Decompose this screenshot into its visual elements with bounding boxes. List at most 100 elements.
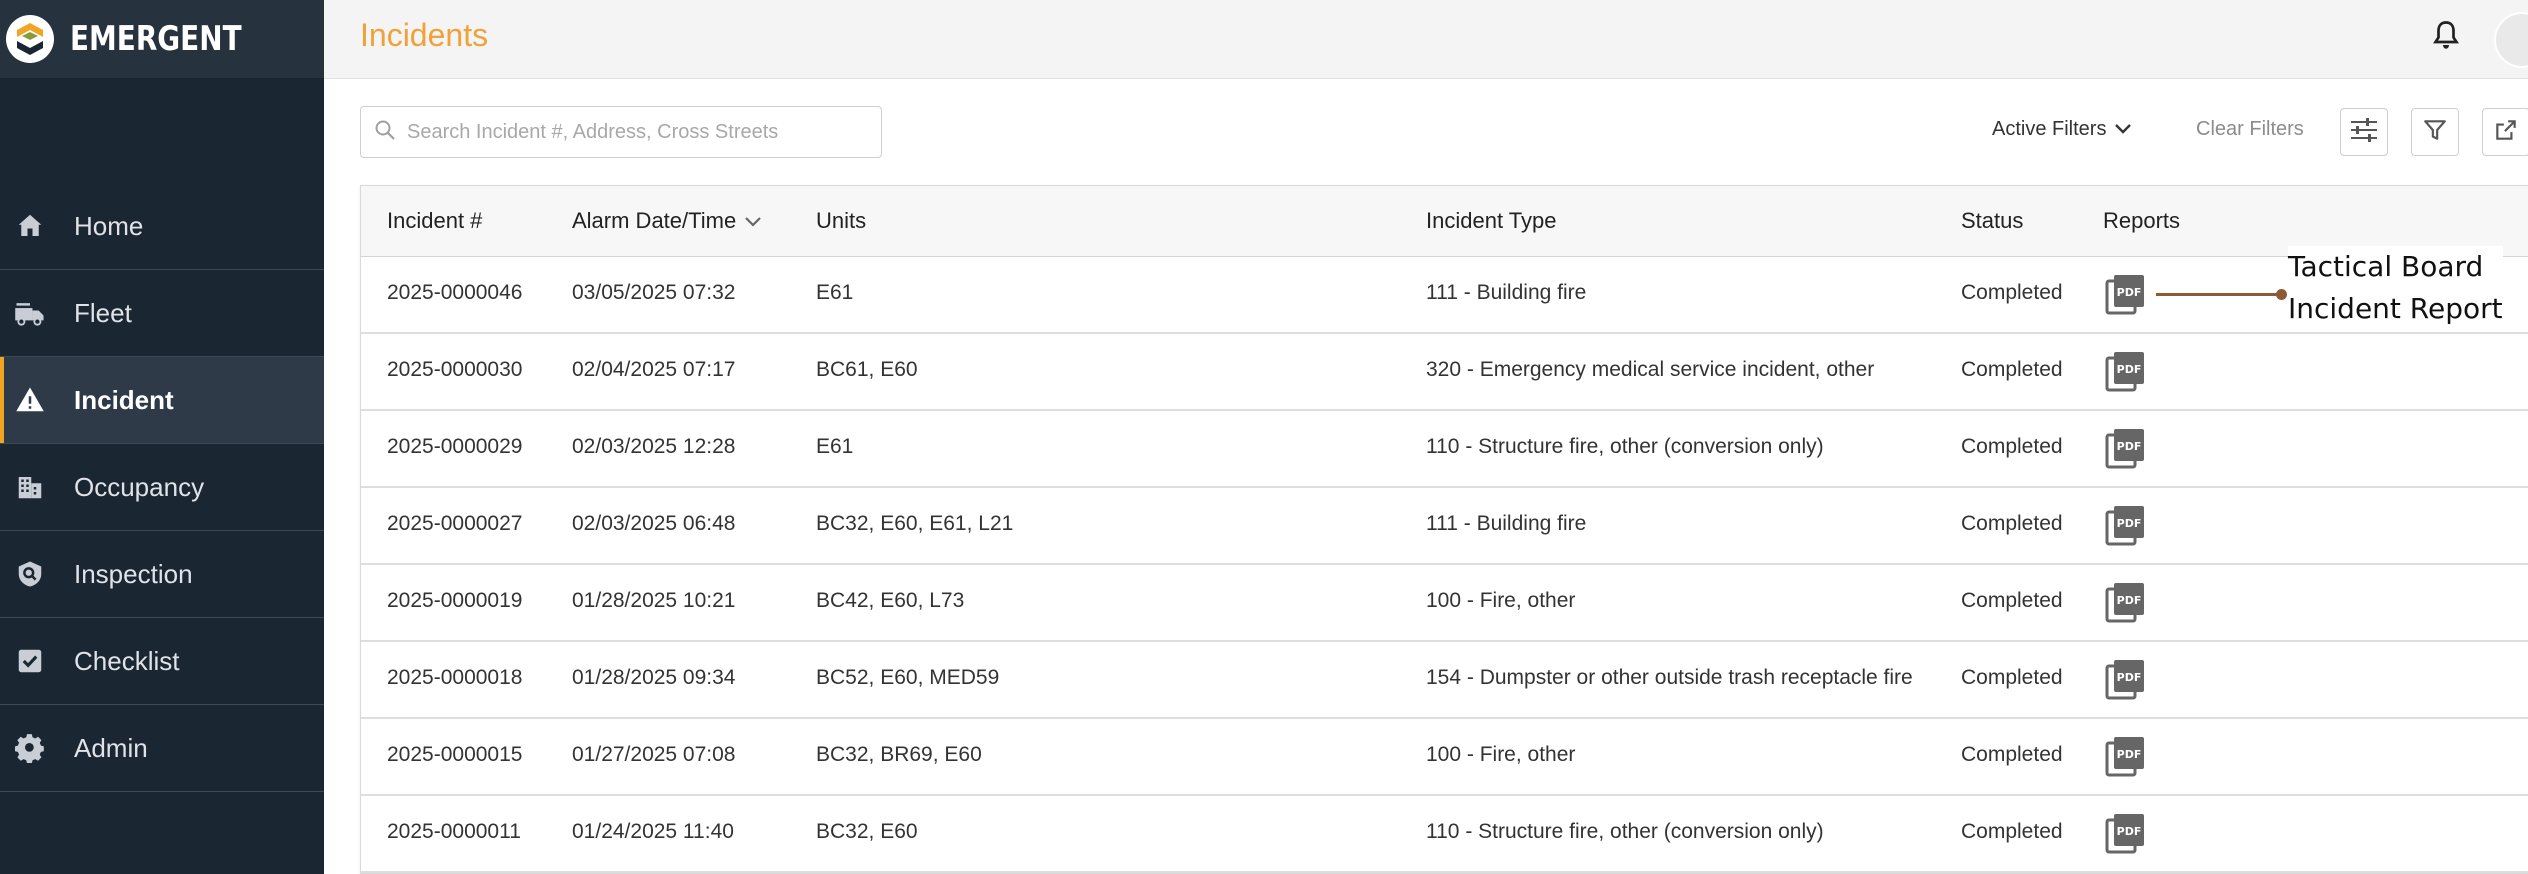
- pdf-report-icon[interactable]: PDF: [2103, 350, 2147, 394]
- svg-text:PDF: PDF: [2117, 286, 2142, 299]
- building-icon: [12, 469, 48, 505]
- top-header: Incidents: [324, 0, 2528, 79]
- table-row[interactable]: 2025-0000018 01/28/2025 09:34 BC52, E60, M…: [361, 642, 2528, 719]
- cell-status: Completed: [1961, 743, 2063, 766]
- cell-units: BC32, BR69, E60: [816, 743, 982, 766]
- table-row[interactable]: 2025-0000011 01/24/2025 11:40 BC32, E60 110…: [361, 796, 2528, 873]
- col-header-status[interactable]: Status: [1961, 208, 2023, 234]
- home-icon: [12, 208, 48, 244]
- pdf-report-icon[interactable]: PDF: [2103, 504, 2147, 548]
- sidebar-item-checklist[interactable]: Checklist: [0, 618, 324, 705]
- pdf-report-icon[interactable]: PDF: [2103, 735, 2147, 779]
- checkbox-icon: [12, 643, 48, 679]
- sidebar-item-admin[interactable]: Admin: [0, 705, 324, 792]
- callout-line-2: Incident Report: [2288, 292, 2503, 325]
- chevron-down-icon: [2114, 118, 2132, 141]
- sidebar-item-label: Occupancy: [74, 471, 205, 502]
- pdf-report-icon[interactable]: PDF: [2103, 273, 2147, 317]
- pdf-report-icon[interactable]: PDF: [2103, 581, 2147, 625]
- emergent-logo-icon: [6, 15, 54, 63]
- sidebar-item-occupancy[interactable]: Occupancy: [0, 444, 324, 531]
- svg-text:PDF: PDF: [2117, 363, 2142, 376]
- cell-incident-type: 111 - Building fire: [1426, 512, 1587, 535]
- cell-alarm-datetime: 01/24/2025 11:40: [572, 820, 734, 843]
- cell-units: BC61, E60: [816, 358, 918, 381]
- cell-status: Completed: [1961, 589, 2063, 612]
- search-box[interactable]: [360, 106, 882, 158]
- table-row[interactable]: 2025-0000015 01/27/2025 07:08 BC32, BR69, …: [361, 719, 2528, 796]
- search-input[interactable]: [405, 119, 869, 145]
- cell-incident-number: 2025-0000030: [387, 358, 523, 381]
- cell-alarm-datetime: 02/03/2025 12:28: [572, 435, 736, 458]
- cell-incident-type: 100 - Fire, other: [1426, 589, 1576, 612]
- cell-status: Completed: [1961, 512, 2063, 535]
- cell-incident-type: 100 - Fire, other: [1426, 743, 1576, 766]
- col-header-incident-type[interactable]: Incident Type: [1426, 208, 1556, 234]
- cell-status: Completed: [1961, 358, 2063, 381]
- table-row[interactable]: 2025-0000030 02/04/2025 07:17 BC61, E60 320…: [361, 334, 2528, 411]
- table-body: 2025-0000046 03/05/2025 07:32 E61 111 - Bui…: [361, 257, 2528, 873]
- cell-status: Completed: [1961, 435, 2063, 458]
- cell-incident-number: 2025-0000018: [387, 666, 523, 689]
- sidebar-item-label: Home: [74, 210, 144, 241]
- sidebar: EMERGENT Home Fleet Incident Occupancy I…: [0, 0, 324, 874]
- filter-button[interactable]: [2411, 108, 2459, 156]
- cell-alarm-datetime: 03/05/2025 07:32: [572, 281, 736, 304]
- sidebar-item-label: Incident: [74, 384, 174, 415]
- callout-line-1: Tactical Board: [2288, 250, 2484, 283]
- cell-incident-type: 320 - Emergency medical service incident…: [1426, 358, 1875, 381]
- pdf-report-icon[interactable]: PDF: [2103, 658, 2147, 702]
- table-row[interactable]: 2025-0000029 02/03/2025 12:28 E61 110 - Str…: [361, 411, 2528, 488]
- cell-status: Completed: [1961, 666, 2063, 689]
- fire-truck-icon: [12, 295, 48, 331]
- export-button[interactable]: [2482, 108, 2528, 156]
- sidebar-item-label: Inspection: [74, 558, 193, 589]
- cell-incident-type: 111 - Building fire: [1426, 281, 1587, 304]
- table-row[interactable]: 2025-0000027 02/03/2025 06:48 BC32, E60, E…: [361, 488, 2528, 565]
- cell-incident-number: 2025-0000011: [387, 820, 521, 843]
- col-header-incident[interactable]: Incident #: [387, 208, 482, 234]
- bell-icon[interactable]: [2428, 18, 2464, 59]
- sidebar-item-label: Checklist: [74, 645, 180, 676]
- sliders-icon: [2349, 117, 2379, 148]
- cell-incident-type: 110 - Structure fire, other (conversion …: [1426, 435, 1824, 458]
- cell-units: BC42, E60, L73: [816, 589, 965, 612]
- page-title: Incidents: [360, 17, 489, 53]
- table-row[interactable]: 2025-0000019 01/28/2025 10:21 BC42, E60, L…: [361, 565, 2528, 642]
- cell-units: E61: [816, 435, 854, 458]
- cell-units: BC32, E60: [816, 820, 918, 843]
- column-settings-button[interactable]: [2340, 108, 2388, 156]
- pdf-report-icon[interactable]: PDF: [2103, 812, 2147, 856]
- table-header: Incident # Alarm Date/Time Units Inciden…: [361, 186, 2528, 257]
- callout-label: Tactical Board Incident Report: [2288, 246, 2503, 330]
- sidebar-item-incident[interactable]: Incident: [0, 357, 324, 444]
- col-header-units[interactable]: Units: [816, 208, 866, 234]
- export-icon: [2493, 117, 2519, 148]
- cell-incident-number: 2025-0000027: [387, 512, 523, 535]
- sidebar-item-label: Admin: [74, 732, 148, 763]
- clear-filters-button[interactable]: Clear Filters: [2196, 118, 2304, 141]
- incidents-table: Incident # Alarm Date/Time Units Inciden…: [360, 185, 2528, 874]
- cell-incident-number: 2025-0000046: [387, 281, 523, 304]
- cell-incident-number: 2025-0000029: [387, 435, 523, 458]
- warning-icon: [12, 382, 48, 418]
- cell-alarm-datetime: 01/27/2025 07:08: [572, 743, 736, 766]
- sidebar-item-home[interactable]: Home: [0, 183, 324, 270]
- sidebar-item-inspection[interactable]: Inspection: [0, 531, 324, 618]
- active-filters-dropdown[interactable]: Active Filters: [1992, 118, 2132, 141]
- svg-text:PDF: PDF: [2117, 748, 2142, 761]
- gear-icon: [12, 730, 48, 766]
- brand-name: EMERGENT: [70, 19, 242, 59]
- cell-incident-type: 154 - Dumpster or other outside trash re…: [1426, 666, 1913, 689]
- pdf-report-icon[interactable]: PDF: [2103, 427, 2147, 471]
- cell-units: BC32, E60, E61, L21: [816, 512, 1014, 535]
- brand[interactable]: EMERGENT: [0, 0, 324, 78]
- col-header-alarm-date[interactable]: Alarm Date/Time: [572, 208, 762, 234]
- col-header-label: Alarm Date/Time: [572, 208, 737, 233]
- sidebar-item-fleet[interactable]: Fleet: [0, 270, 324, 357]
- active-filters-label: Active Filters: [1992, 118, 2107, 140]
- col-header-reports: Reports: [2103, 208, 2181, 233]
- avatar[interactable]: [2494, 12, 2528, 68]
- cell-units: BC52, E60, MED59: [816, 666, 1000, 689]
- cell-alarm-datetime: 01/28/2025 10:21: [572, 589, 736, 612]
